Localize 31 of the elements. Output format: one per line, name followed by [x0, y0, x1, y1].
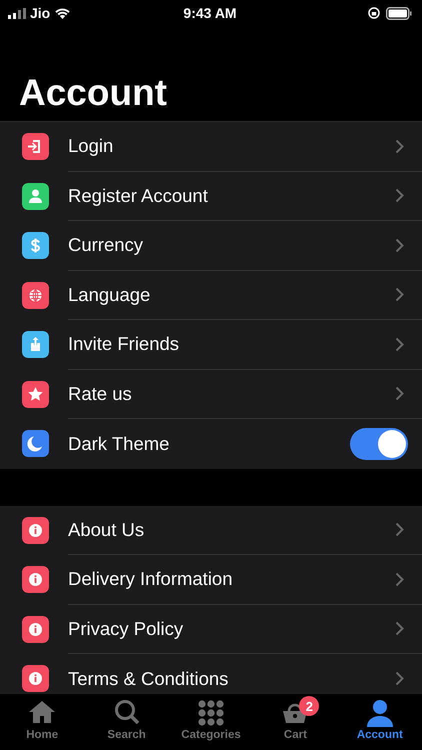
toggle-switch[interactable]: [350, 428, 408, 460]
tab[interactable]: Search: [84, 694, 169, 750]
chevron-icon: [395, 621, 404, 636]
chevron-icon: [395, 188, 404, 204]
chevron-icon: [395, 336, 404, 352]
tab-label: Categories: [181, 729, 241, 741]
chevron-icon: [395, 572, 404, 587]
grid-icon: [196, 698, 226, 728]
wifi-icon: [54, 7, 72, 19]
tab-label: Cart: [284, 729, 307, 741]
signal-icon: [8, 8, 26, 18]
tab[interactable]: Categories: [168, 694, 254, 750]
tab-label: Account: [356, 729, 403, 741]
person-icon: [364, 698, 395, 728]
cart-count-badge: 2: [299, 696, 320, 716]
page-title: Account: [18, 71, 168, 115]
tab[interactable]: Home: [0, 694, 84, 750]
chevron-icon: [395, 238, 404, 253]
rotation-lock-icon: [368, 7, 380, 19]
clock-time: 9:43 AM: [182, 5, 238, 21]
chevron-icon: [395, 138, 404, 154]
carrier-name: Jio: [30, 5, 50, 21]
chevron-icon: [395, 522, 404, 538]
tab-label: Search: [107, 729, 146, 741]
chevron-icon: [395, 287, 404, 302]
battery-icon: [386, 6, 412, 20]
chevron-icon: [395, 671, 404, 686]
tab-label: Home: [26, 729, 58, 741]
chevron-icon: [395, 386, 404, 402]
tab[interactable]: Account: [338, 694, 422, 750]
tab[interactable]: Cart 2: [253, 694, 338, 750]
